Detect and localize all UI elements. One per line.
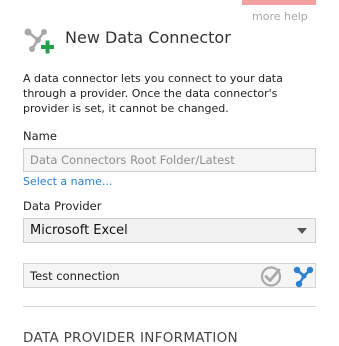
chevron-down-icon bbox=[297, 228, 307, 234]
section-title: DATA PROVIDER INFORMATION bbox=[23, 330, 238, 346]
dialog-header: New Data Connector bbox=[22, 24, 322, 58]
section-divider bbox=[23, 306, 316, 307]
test-connection-row: Test connection bbox=[23, 263, 316, 288]
top-accent-bar bbox=[242, 0, 316, 5]
dialog-title: New Data Connector bbox=[65, 28, 231, 47]
data-provider-label: Data Provider bbox=[23, 199, 102, 213]
name-field[interactable]: Data Connectors Root Folder/Latest bbox=[23, 148, 316, 172]
more-help-link[interactable]: more help bbox=[252, 10, 308, 23]
description-text: A data connector lets you connect to you… bbox=[23, 72, 283, 115]
data-provider-select[interactable]: Microsoft Excel bbox=[23, 218, 316, 243]
data-provider-selected: Microsoft Excel bbox=[30, 223, 128, 238]
data-connector-add-icon bbox=[22, 24, 60, 56]
check-circle-icon[interactable] bbox=[259, 264, 285, 288]
name-label: Name bbox=[23, 129, 57, 143]
select-name-link[interactable]: Select a name... bbox=[23, 175, 112, 188]
test-connection-label: Test connection bbox=[30, 269, 120, 283]
connection-icon[interactable] bbox=[290, 264, 316, 288]
